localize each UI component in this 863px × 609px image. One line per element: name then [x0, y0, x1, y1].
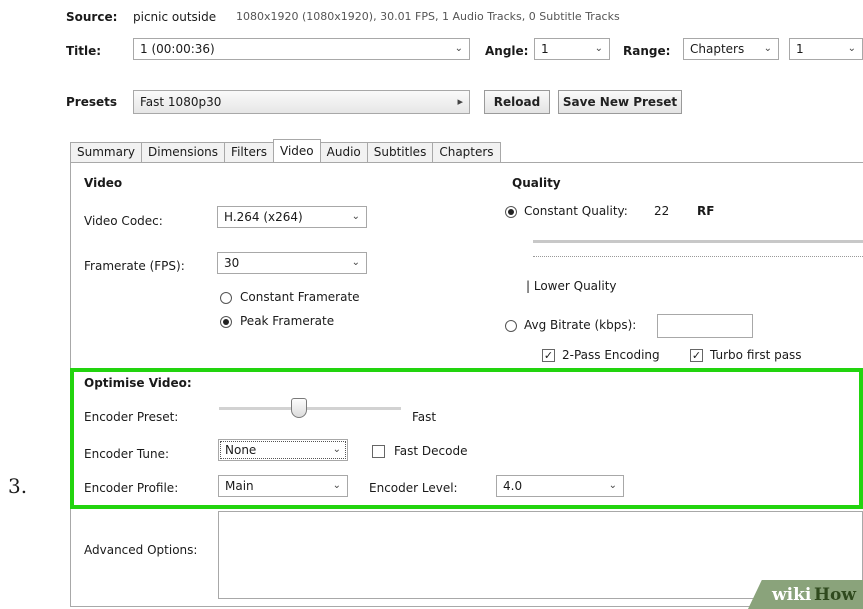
presets-label: Presets	[66, 95, 118, 109]
title-dropdown[interactable]: 1 (00:00:36) ⌄	[133, 38, 470, 60]
constant-framerate-radio[interactable]	[220, 292, 232, 304]
encoder-tune-label: Encoder Tune:	[84, 447, 170, 461]
source-info: 1080x1920 (1080x1920), 30.01 FPS, 1 Audi…	[236, 10, 620, 23]
source-name: picnic outside	[133, 10, 217, 24]
chevron-down-icon: ⌄	[594, 43, 603, 54]
optimise-video-heading: Optimise Video:	[84, 376, 192, 390]
reload-button[interactable]: Reload	[484, 90, 550, 114]
range-label: Range:	[623, 44, 671, 58]
peak-framerate-radio[interactable]	[220, 316, 232, 328]
tab-subtitles[interactable]: Subtitles	[366, 142, 434, 162]
tab-summary[interactable]: Summary	[70, 142, 142, 162]
tab-dimensions[interactable]: Dimensions	[141, 142, 226, 162]
quality-slider[interactable]	[533, 240, 863, 243]
encoder-tune-value: None	[225, 443, 257, 457]
encoder-level-dropdown[interactable]: 4.0 ⌄	[496, 475, 624, 497]
constant-quality-radio[interactable]	[505, 206, 517, 218]
step-number: 3.	[8, 474, 28, 498]
chevron-down-icon: ⌄	[763, 43, 772, 54]
title-label: Title:	[66, 44, 102, 58]
avg-bitrate-input[interactable]	[657, 314, 753, 338]
range-start-dropdown[interactable]: 1 ⌄	[789, 38, 863, 60]
tab-audio[interactable]: Audio	[319, 142, 368, 162]
fast-decode-checkbox[interactable]	[372, 445, 385, 458]
quality-unit: RF	[697, 204, 715, 218]
angle-value: 1	[541, 42, 549, 56]
constant-quality-value: 22	[654, 204, 670, 218]
chevron-down-icon: ⌄	[351, 211, 360, 222]
encoder-profile-label: Encoder Profile:	[84, 481, 179, 495]
encoder-profile-value: Main	[225, 479, 254, 493]
quality-slider-ticks	[533, 256, 863, 258]
range-start-value: 1	[796, 42, 804, 56]
angle-label: Angle:	[485, 44, 529, 58]
encoder-preset-value: Fast	[412, 410, 437, 424]
tab-strip: Summary Dimensions Filters Video Audio S…	[70, 139, 501, 162]
video-codec-value: H.264 (x264)	[224, 210, 303, 224]
save-new-preset-button[interactable]: Save New Preset	[558, 90, 682, 114]
range-mode-dropdown[interactable]: Chapters ⌄	[683, 38, 779, 60]
video-codec-dropdown[interactable]: H.264 (x264) ⌄	[217, 206, 367, 228]
tab-chapters[interactable]: Chapters	[432, 142, 501, 162]
quality-section-heading: Quality	[512, 176, 561, 190]
framerate-dropdown[interactable]: 30 ⌄	[217, 252, 367, 274]
lower-quality-label: | Lower Quality	[526, 279, 617, 293]
constant-framerate-label: Constant Framerate	[240, 290, 360, 304]
tab-filters[interactable]: Filters	[224, 142, 275, 162]
framerate-label: Framerate (FPS):	[84, 259, 185, 273]
constant-quality-label: Constant Quality:	[524, 204, 628, 218]
chevron-down-icon: ⌄	[351, 257, 360, 268]
video-section-heading: Video	[84, 176, 123, 190]
checkmark-icon: ✓	[543, 349, 554, 362]
preset-value: Fast 1080p30	[140, 95, 222, 109]
checkmark-icon: ✓	[691, 349, 702, 362]
encoder-profile-dropdown[interactable]: Main ⌄	[218, 475, 348, 497]
chevron-right-icon: ▸	[457, 95, 463, 108]
watermark-wiki: wiki	[772, 585, 812, 605]
encoder-preset-slider-thumb[interactable]	[291, 398, 307, 418]
turbo-first-pass-checkbox[interactable]: ✓	[690, 349, 703, 362]
encoder-tune-dropdown[interactable]: None ⌄	[218, 439, 348, 461]
encoder-preset-slider[interactable]	[219, 407, 401, 410]
wikihow-watermark: wiki How	[748, 580, 863, 609]
watermark-how: How	[814, 585, 857, 605]
two-pass-checkbox[interactable]: ✓	[542, 349, 555, 362]
video-codec-label: Video Codec:	[84, 214, 163, 228]
presets-dropdown[interactable]: Fast 1080p30 ▸	[133, 90, 470, 114]
tab-video[interactable]: Video	[273, 139, 321, 162]
encoder-level-value: 4.0	[503, 479, 523, 493]
chevron-down-icon: ⌄	[847, 43, 856, 54]
two-pass-label: 2-Pass Encoding	[562, 348, 660, 362]
encoder-preset-label: Encoder Preset:	[84, 410, 179, 424]
title-value: 1 (00:00:36)	[140, 42, 215, 56]
turbo-first-pass-label: Turbo first pass	[710, 348, 802, 362]
chevron-down-icon: ⌄	[332, 444, 341, 455]
advanced-options-label: Advanced Options:	[84, 543, 198, 557]
chevron-down-icon: ⌄	[454, 43, 463, 54]
chevron-down-icon: ⌄	[332, 480, 341, 491]
peak-framerate-label: Peak Framerate	[240, 314, 335, 328]
framerate-value: 30	[224, 256, 240, 270]
avg-bitrate-radio[interactable]	[505, 320, 517, 332]
source-label: Source:	[66, 10, 118, 24]
range-mode-value: Chapters	[690, 42, 745, 56]
encoder-level-label: Encoder Level:	[369, 481, 458, 495]
avg-bitrate-label: Avg Bitrate (kbps):	[524, 318, 637, 332]
chevron-down-icon: ⌄	[608, 480, 617, 491]
fast-decode-label: Fast Decode	[394, 444, 468, 458]
angle-dropdown[interactable]: 1 ⌄	[534, 38, 610, 60]
